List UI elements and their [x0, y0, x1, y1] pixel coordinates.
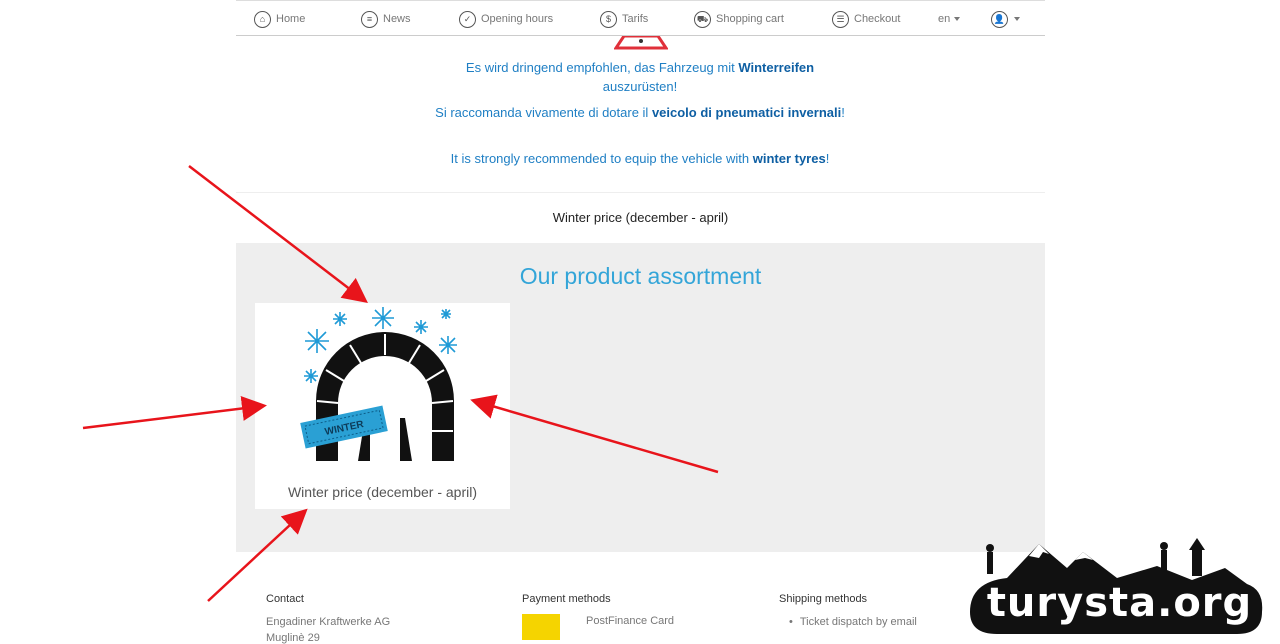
arrow-to-label	[207, 508, 308, 602]
footer-shipping-title: Shipping methods	[779, 593, 868, 605]
arrow-to-ticket	[82, 396, 267, 430]
footer-contact-title: Contact	[266, 593, 304, 605]
payment-method-label: PostFinance Card	[586, 615, 675, 627]
footer-shipping: Shipping methods Ticket dispatch by emai…	[779, 593, 917, 630]
footer-contact-line: Engadiner Kraftwerke AG	[266, 616, 391, 628]
arrow-to-snowflakes	[188, 165, 368, 304]
footer-payment-title: Payment methods	[522, 593, 611, 605]
watermark-text: turysta.org	[986, 580, 1253, 626]
footer-contact-line: Muglinè 29	[266, 632, 320, 644]
turysta-watermark-logo: turysta.org	[967, 538, 1267, 638]
footer-contact: Contact Engadiner Kraftwerke AG Muglinè …	[266, 593, 390, 644]
shipping-method-item: Ticket dispatch by email	[789, 614, 917, 630]
arrow-to-tunnel	[470, 394, 719, 474]
postfinance-card-icon	[522, 614, 560, 640]
footer-payment: Payment methods PostFinance Card	[522, 593, 722, 643]
